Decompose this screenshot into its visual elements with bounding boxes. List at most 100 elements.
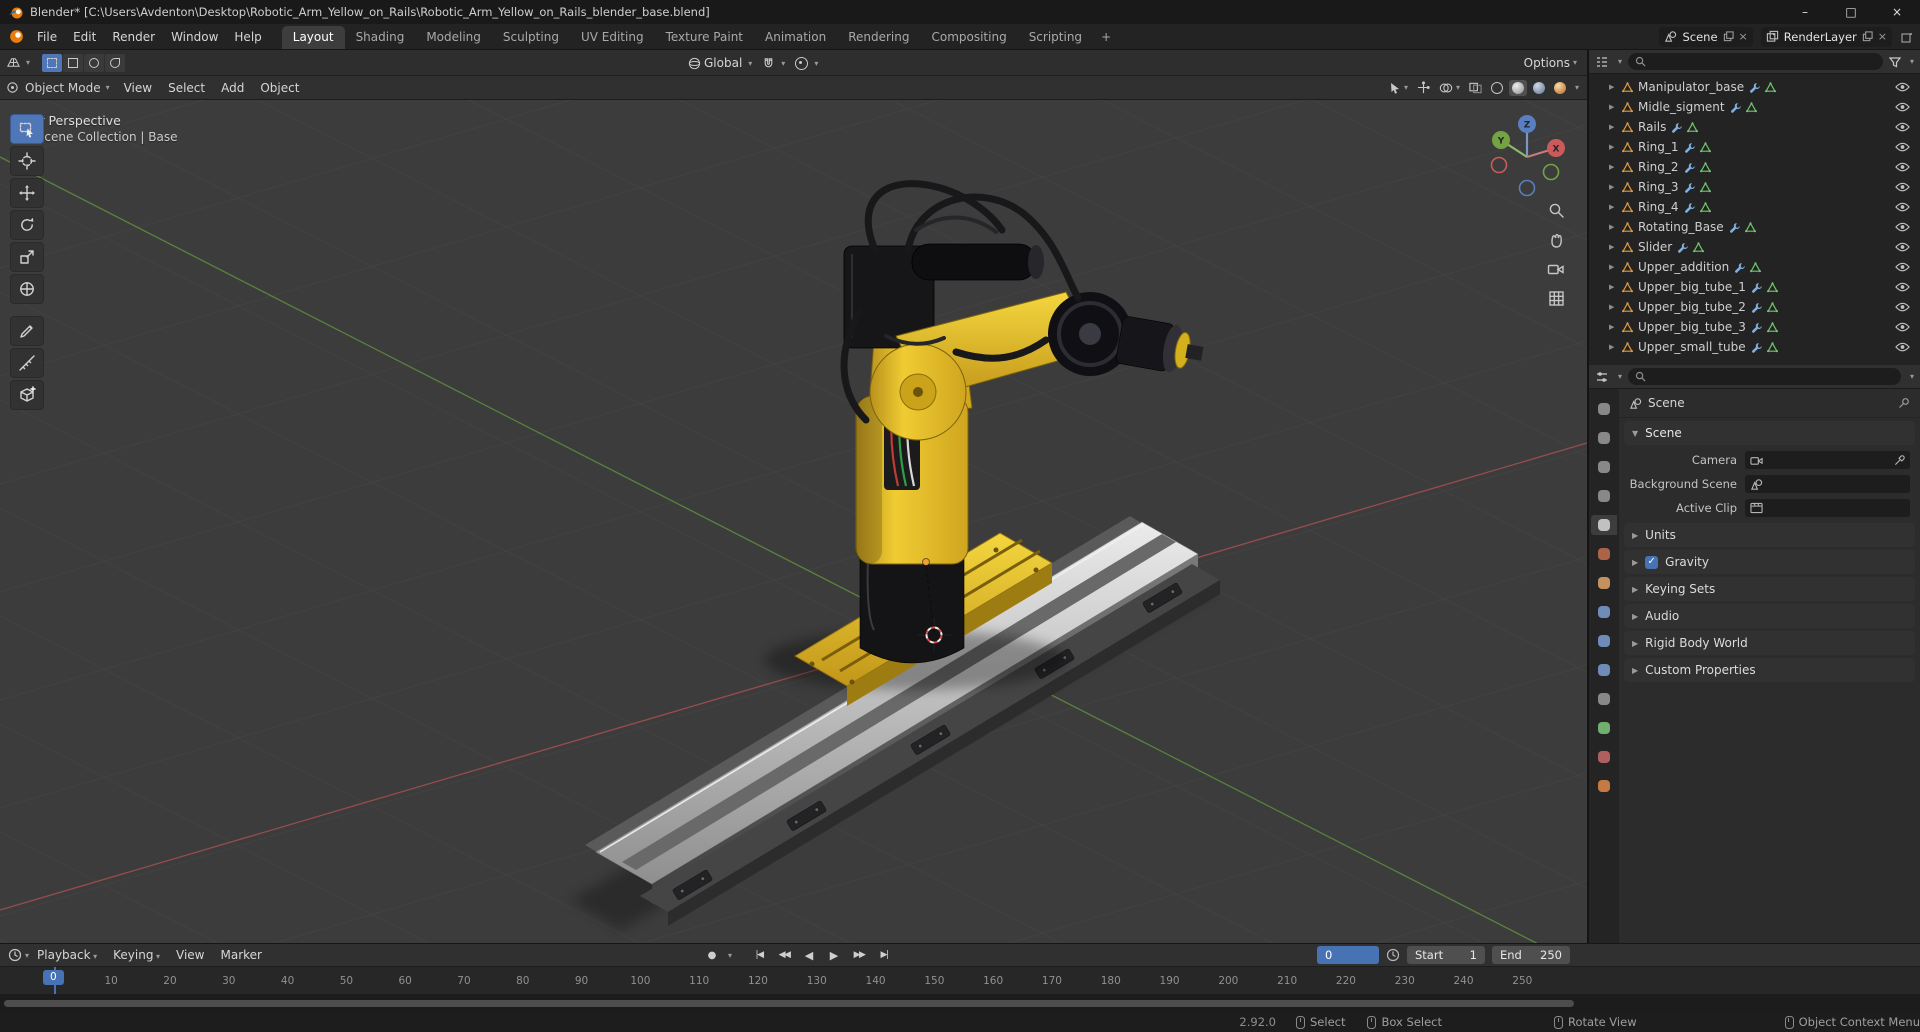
outliner-search-input[interactable]: [1651, 54, 1876, 69]
timeline-menu-item[interactable]: View: [168, 948, 212, 962]
background-scene-field[interactable]: [1745, 475, 1910, 493]
frame-start-field[interactable]: Start 1: [1407, 946, 1485, 964]
move-tool[interactable]: [10, 178, 44, 208]
previous-keyframe-button[interactable]: ◀◀: [772, 946, 796, 964]
timeline-editor-selector[interactable]: [8, 948, 22, 962]
properties-tab-material[interactable]: [1591, 747, 1617, 767]
viewport-canvas[interactable]: User Perspective (0) Scene Collection | …: [0, 100, 1587, 943]
select-mode-tweak[interactable]: [42, 53, 63, 72]
expand-arrow-icon[interactable]: ▶: [1609, 303, 1617, 311]
current-frame-field[interactable]: 0: [1317, 946, 1379, 964]
scale-tool[interactable]: [10, 242, 44, 272]
outliner-row[interactable]: ▶ Ring_2: [1589, 157, 1920, 177]
viewport-menu-item[interactable]: Add: [213, 76, 252, 99]
object-name[interactable]: Ring_4: [1638, 200, 1679, 214]
outliner-row[interactable]: ▶ Upper_small_tube: [1589, 337, 1920, 357]
properties-tab-view-layer[interactable]: [1591, 486, 1617, 506]
playhead-frame-badge[interactable]: 0: [43, 970, 64, 985]
properties-tab-physics[interactable]: [1591, 660, 1617, 680]
object-name[interactable]: Ring_2: [1638, 160, 1679, 174]
section-units[interactable]: ▶ Units: [1624, 523, 1915, 547]
timeline-ruler[interactable]: 0 10 20 30 40 50 60 70 80 90 100 110 120 130 140 150 160…: [0, 966, 1920, 995]
section-custom-properties[interactable]: ▶ Custom Properties: [1624, 658, 1915, 682]
shading-solid-button[interactable]: [1508, 79, 1527, 96]
play-reverse-button[interactable]: ◀: [797, 946, 821, 964]
maximize-button[interactable]: □: [1828, 0, 1874, 24]
play-button[interactable]: ▶: [822, 946, 846, 964]
timeline-menu-item[interactable]: Playback: [29, 948, 105, 962]
outliner-row[interactable]: ▶ Ring_4: [1589, 197, 1920, 217]
workspace-tab[interactable]: Rendering: [837, 26, 920, 49]
shading-wireframe-button[interactable]: [1488, 80, 1506, 96]
properties-tab-tool[interactable]: [1591, 399, 1617, 419]
new-scene-icon[interactable]: [1723, 31, 1734, 42]
outliner-row[interactable]: ▶ Upper_big_tube_3: [1589, 317, 1920, 337]
editor-type-selector[interactable]: ▾: [0, 55, 36, 70]
visibility-eye-icon[interactable]: [1895, 82, 1910, 92]
properties-editor-selector[interactable]: [1595, 370, 1609, 384]
expand-arrow-icon[interactable]: ▶: [1609, 323, 1617, 331]
properties-tab-texture[interactable]: [1591, 776, 1617, 796]
object-name[interactable]: Slider: [1638, 240, 1672, 254]
scene-selector[interactable]: Scene ×: [1659, 26, 1753, 47]
properties-search-input[interactable]: [1651, 369, 1894, 384]
visibility-eye-icon[interactable]: [1895, 322, 1910, 332]
workspace-tab[interactable]: UV Editing: [570, 26, 655, 49]
properties-tab-scene[interactable]: [1591, 515, 1617, 535]
workspace-tab[interactable]: Sculpting: [492, 26, 570, 49]
expand-arrow-icon[interactable]: ▶: [1609, 283, 1617, 291]
outliner-row[interactable]: ▶ Upper_big_tube_1: [1589, 277, 1920, 297]
navigation-gizmo[interactable]: Z Y X: [1483, 110, 1571, 198]
auto-keying-button[interactable]: ●: [700, 946, 724, 964]
expand-arrow-icon[interactable]: ▶: [1609, 83, 1617, 91]
properties-tab-render[interactable]: [1591, 428, 1617, 448]
outliner-editor-selector[interactable]: [1595, 55, 1609, 69]
outliner-row[interactable]: ▶ Rotating_Base: [1589, 217, 1920, 237]
visibility-eye-icon[interactable]: [1895, 182, 1910, 192]
workspace-tab[interactable]: Animation: [754, 26, 837, 49]
visibility-eye-icon[interactable]: [1895, 282, 1910, 292]
cursor-tool[interactable]: [10, 146, 44, 176]
expand-arrow-icon[interactable]: ▶: [1609, 143, 1617, 151]
visibility-eye-icon[interactable]: [1895, 262, 1910, 272]
zoom-icon[interactable]: [1548, 202, 1565, 219]
visibility-eye-icon[interactable]: [1895, 122, 1910, 132]
menu-item[interactable]: Window: [163, 24, 226, 49]
expand-arrow-icon[interactable]: ▶: [1609, 243, 1617, 251]
workspace-tab[interactable]: Compositing: [920, 26, 1017, 49]
timeline-menu-item[interactable]: Marker: [212, 948, 269, 962]
properties-tab-world[interactable]: [1591, 544, 1617, 564]
properties-tab-object-constraints[interactable]: [1591, 689, 1617, 709]
minimize-button[interactable]: –: [1782, 0, 1828, 24]
properties-tab-particles[interactable]: [1591, 631, 1617, 651]
gizmo-x-neg-handle[interactable]: [1490, 156, 1508, 174]
visibility-eye-icon[interactable]: [1895, 142, 1910, 152]
select-mode-box[interactable]: [63, 53, 84, 72]
expand-arrow-icon[interactable]: ▶: [1609, 203, 1617, 211]
expand-arrow-icon[interactable]: ▶: [1609, 183, 1617, 191]
object-name[interactable]: Upper_big_tube_2: [1638, 300, 1746, 314]
options-dropdown[interactable]: Options: [1524, 56, 1570, 70]
visibility-eye-icon[interactable]: [1895, 222, 1910, 232]
select-box-tool[interactable]: [10, 114, 44, 144]
filter-funnel-icon[interactable]: [1888, 56, 1901, 68]
workspace-tab[interactable]: Texture Paint: [655, 26, 754, 49]
timeline-menu-item[interactable]: Keying: [105, 948, 168, 962]
selectability-dropdown[interactable]: ▾: [1386, 80, 1411, 96]
xray-toggle[interactable]: [1466, 80, 1485, 96]
outliner-row[interactable]: ▶ Midle_sigment: [1589, 97, 1920, 117]
expand-arrow-icon[interactable]: ▶: [1609, 163, 1617, 171]
menu-item[interactable]: Render: [104, 24, 163, 49]
rotate-tool[interactable]: [10, 210, 44, 240]
expand-arrow-icon[interactable]: ▶: [1609, 123, 1617, 131]
object-name[interactable]: Upper_big_tube_1: [1638, 280, 1746, 294]
object-name[interactable]: Ring_3: [1638, 180, 1679, 194]
menu-item[interactable]: Edit: [65, 24, 104, 49]
section-keying-sets[interactable]: ▶ Keying Sets: [1624, 577, 1915, 601]
blender-menu-icon[interactable]: [8, 28, 25, 45]
outliner-row[interactable]: ▶ Ring_3: [1589, 177, 1920, 197]
menu-item[interactable]: Help: [226, 24, 269, 49]
select-mode-lasso[interactable]: [105, 53, 126, 72]
outliner-row[interactable]: ▶ Rails: [1589, 117, 1920, 137]
ortho-grid-icon[interactable]: [1548, 290, 1565, 307]
